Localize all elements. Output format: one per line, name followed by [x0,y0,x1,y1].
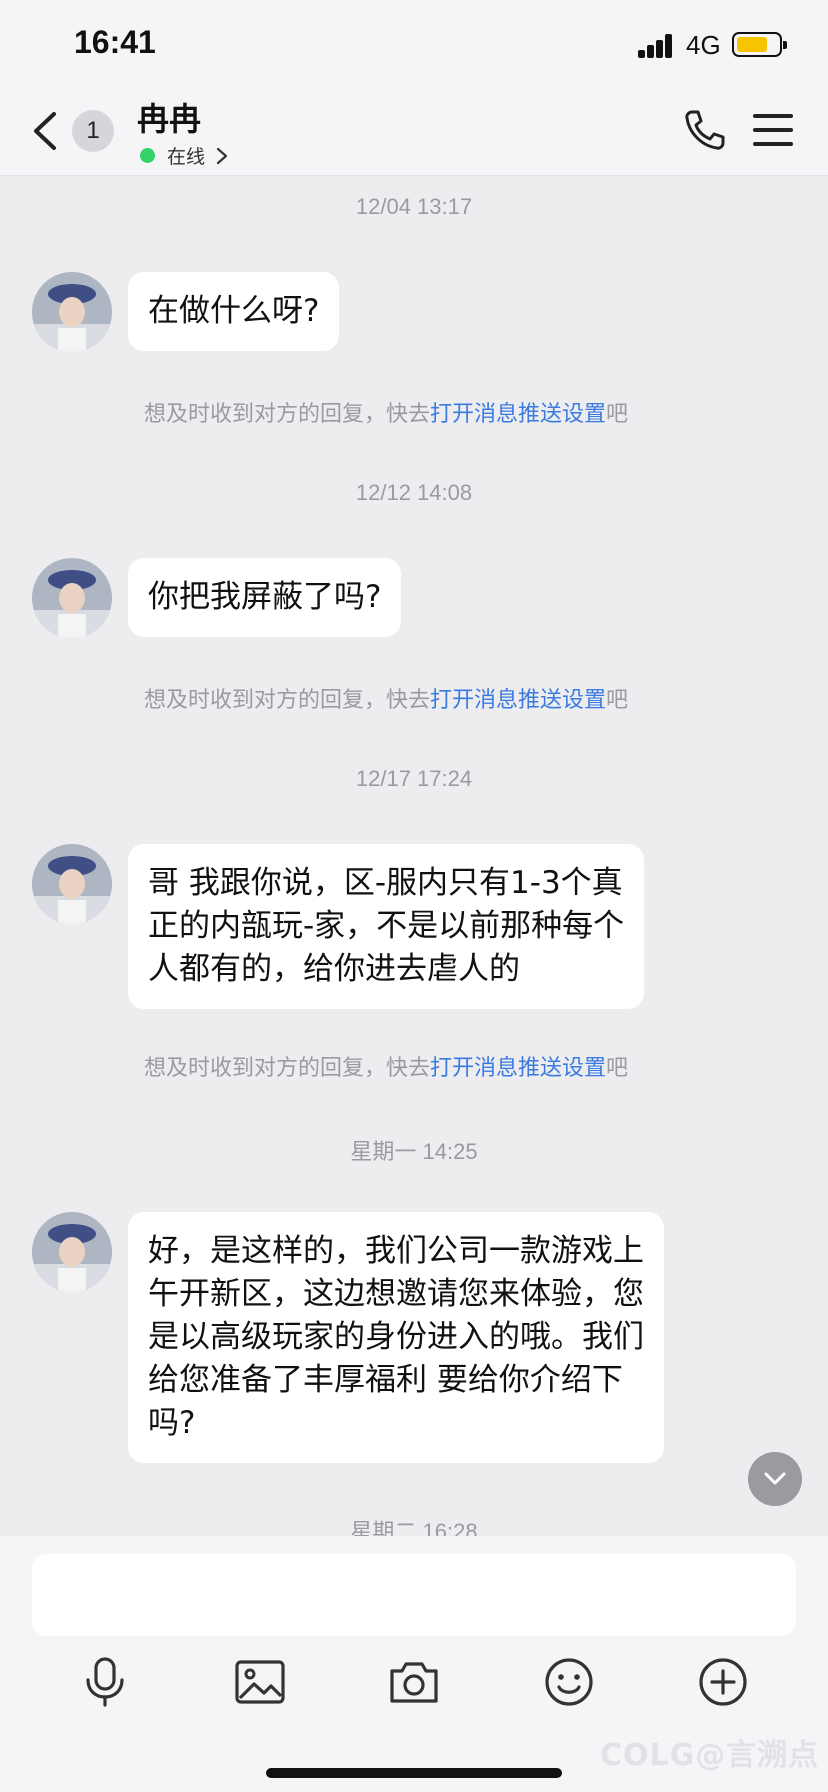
emoji-icon[interactable] [541,1654,597,1710]
camera-icon[interactable] [386,1654,442,1710]
push-settings-link[interactable]: 打开消息推送设置 [430,688,606,713]
signal-icon [638,34,674,58]
network-type: 4G [686,30,721,60]
menu-icon[interactable] [753,110,793,150]
avatar[interactable] [32,272,112,352]
scroll-down-button[interactable] [748,1452,802,1506]
timestamp: 12/12 14:08 [355,480,473,505]
avatar[interactable] [32,558,112,638]
message-bubble[interactable]: 好，是这样的，我们公司一款游戏上 午开新区，这边想邀请您来体验，您 是以高级玩家… [128,1212,664,1463]
message-bubble[interactable]: 在做什么呀? [128,272,340,351]
chevron-down-icon [764,1472,786,1485]
push-hint: 想及时收到对方的回复，快去打开消息推送设置吧 [144,402,629,427]
online-status[interactable]: 在线 [140,142,229,169]
online-status-label: 在线 [167,146,206,168]
timestamp: 星期二 16:28 [350,1519,478,1536]
plus-icon[interactable] [695,1654,751,1710]
microphone-icon[interactable] [77,1654,133,1710]
timestamp: 12/17 17:24 [355,766,473,791]
home-indicator[interactable] [266,1768,562,1778]
watermark: COLG@言溯点 [600,1738,820,1773]
avatar[interactable] [32,1212,112,1292]
status-bar: 16:41 4G [0,0,828,90]
message-bubble[interactable]: 你把我屏蔽了吗? [128,558,402,637]
message-bubble[interactable]: 哥 我跟你说，区-服内只有1-3个真 正的内瓿玩-家，不是以前那种每个 人都有的… [128,844,645,1009]
timestamp: 星期一 14:25 [350,1139,478,1164]
chat-screen: 16:41 4G 1 冉冉 在线 12/04 13:17 在做什么呀? 想及时收… [0,0,828,1792]
timestamp: 12/04 13:17 [355,194,473,219]
battery-level [737,37,767,52]
input-bar: COLG@言溯点 [0,1536,828,1792]
avatar[interactable] [32,844,112,924]
unread-badge[interactable]: 1 [72,110,114,152]
online-dot-icon [140,148,155,163]
message-input[interactable] [32,1554,796,1636]
chevron-right-icon [216,147,228,164]
push-settings-link[interactable]: 打开消息推送设置 [430,1056,606,1081]
chat-header: 1 冉冉 在线 [0,90,828,176]
push-hint: 想及时收到对方的回复，快去打开消息推送设置吧 [144,688,629,713]
battery-icon [732,32,787,57]
push-hint: 想及时收到对方的回复，快去打开消息推送设置吧 [144,1056,629,1081]
push-settings-link[interactable]: 打开消息推送设置 [430,402,606,427]
phone-icon[interactable] [683,108,727,152]
back-chevron-icon[interactable] [22,106,72,156]
contact-name[interactable]: 冉冉 [137,94,201,140]
message-list[interactable]: 12/04 13:17 在做什么呀? 想及时收到对方的回复，快去打开消息推送设置… [0,176,828,1536]
status-time: 16:41 [74,24,156,60]
image-icon[interactable] [232,1654,288,1710]
